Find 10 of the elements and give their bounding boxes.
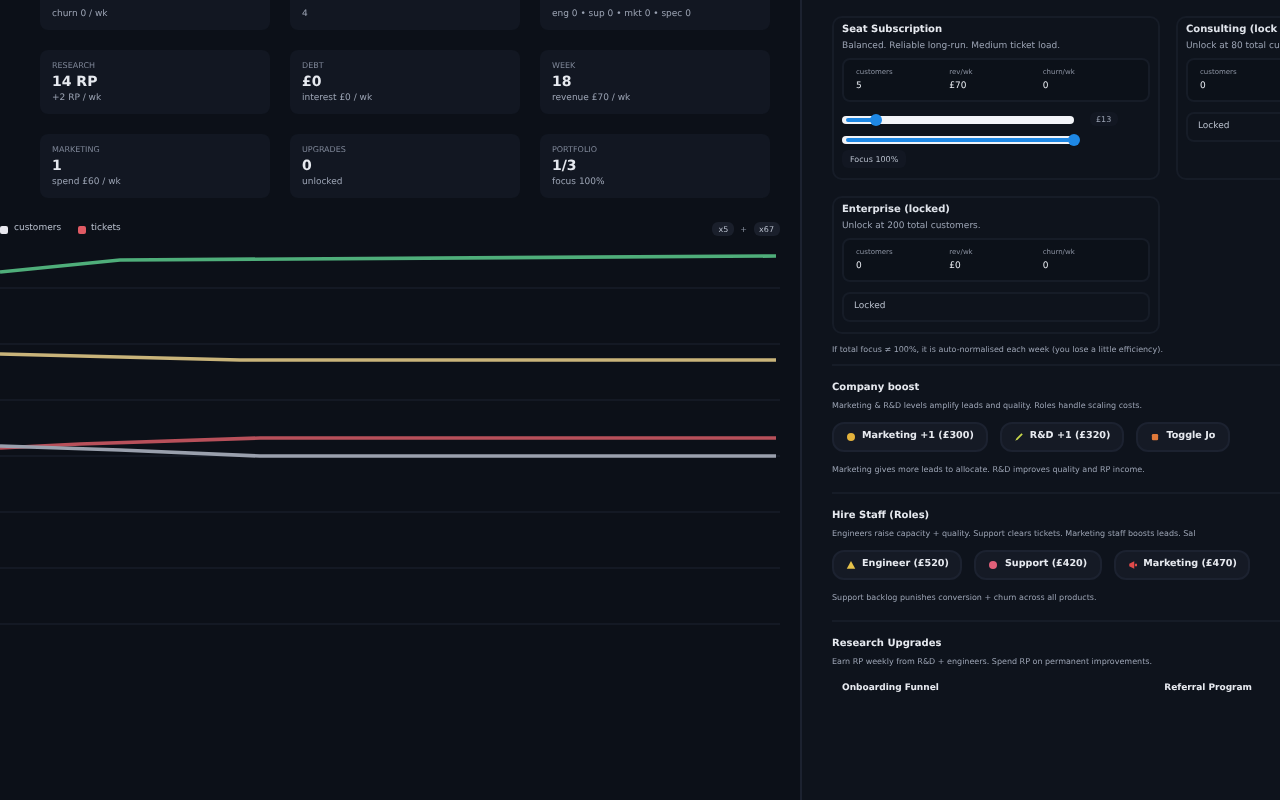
- triangle-icon: [846, 560, 856, 570]
- square-icon: [1150, 432, 1161, 442]
- coin-icon: [846, 432, 856, 442]
- slider-track[interactable]: [842, 136, 1074, 144]
- megaphone-icon: [1127, 560, 1138, 570]
- slider-track[interactable]: [842, 115, 1074, 123]
- dot-icon: [988, 560, 999, 570]
- slider-thumb[interactable]: [870, 113, 883, 125]
- slider-thumb[interactable]: [1068, 134, 1080, 146]
- pencil-icon: [1013, 432, 1024, 442]
